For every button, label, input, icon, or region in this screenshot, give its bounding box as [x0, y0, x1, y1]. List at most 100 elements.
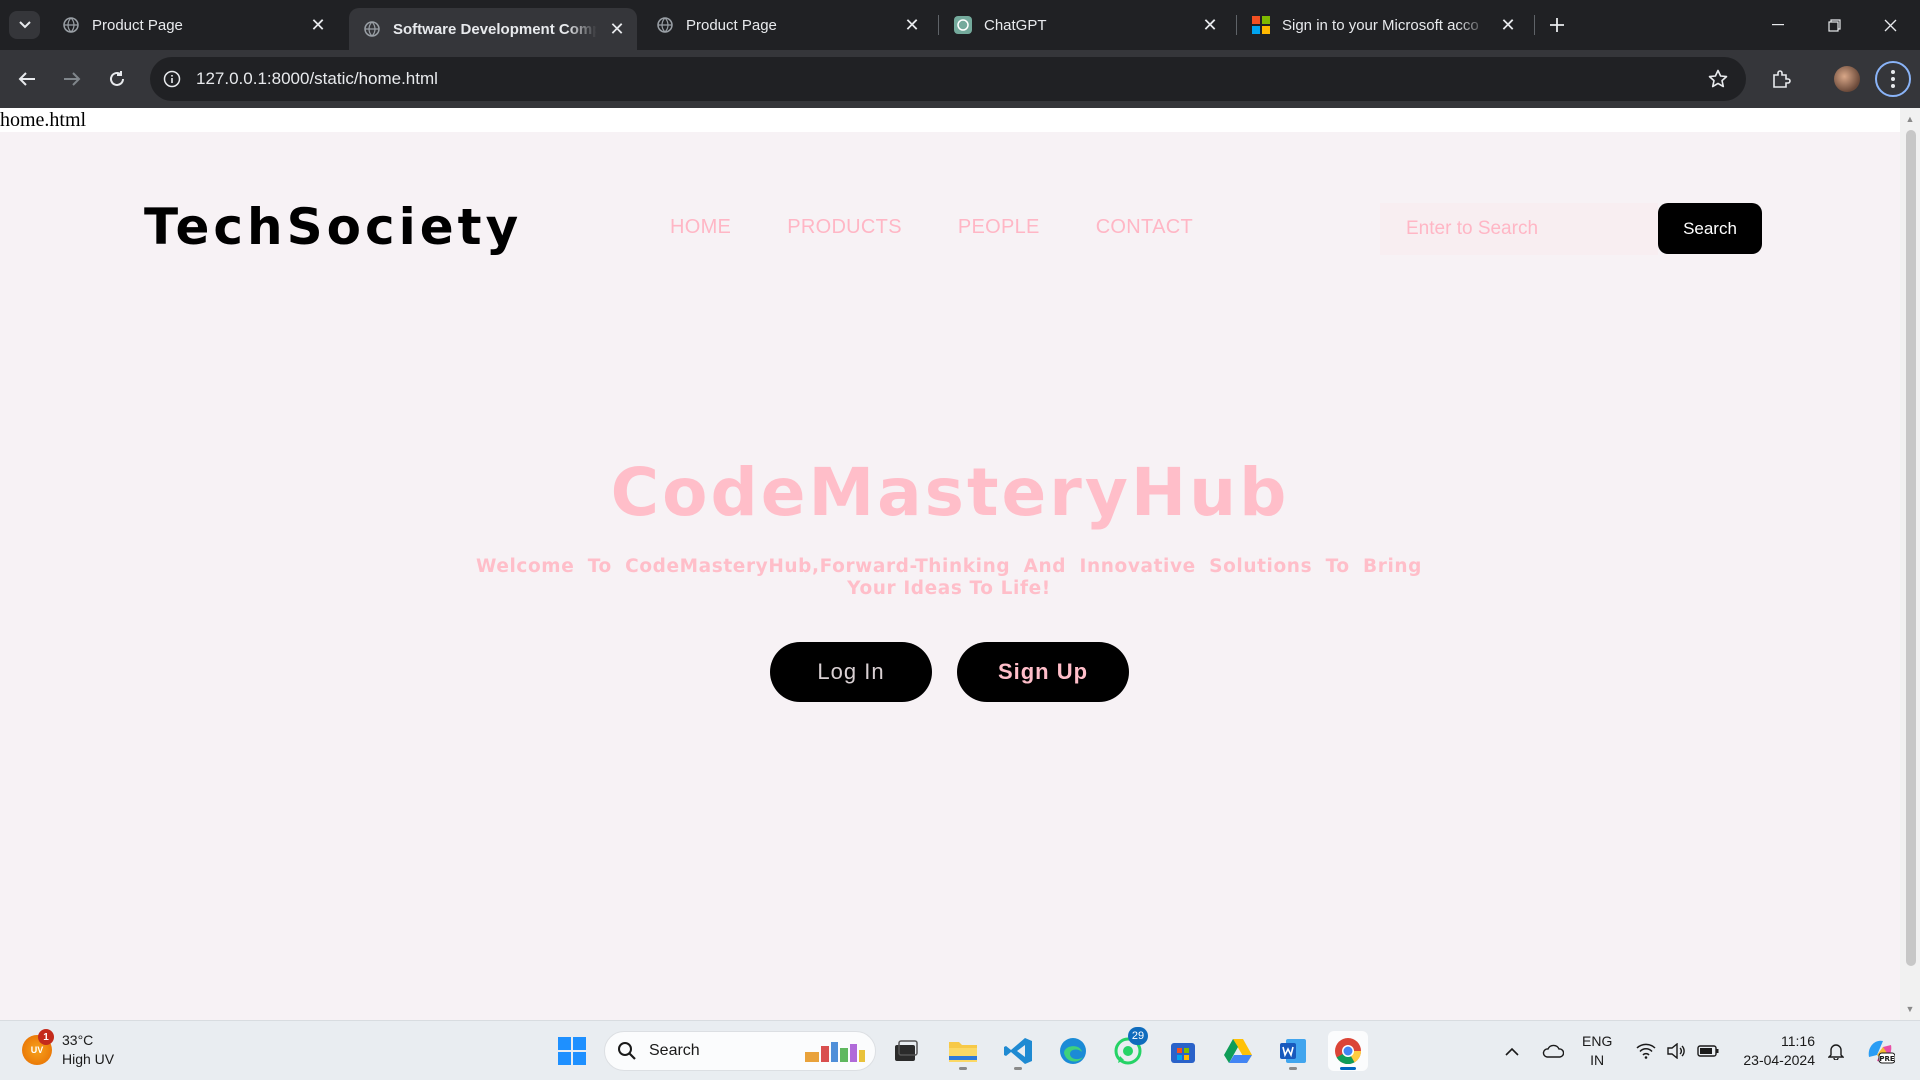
word-icon	[1280, 1039, 1306, 1063]
search-icon	[618, 1042, 636, 1060]
site-logo[interactable]: TechSociety	[144, 198, 522, 256]
notifications-button[interactable]	[1822, 1031, 1850, 1071]
back-button[interactable]	[9, 61, 45, 97]
store-icon	[1171, 1043, 1195, 1063]
uv-icon-label: UV	[30, 1045, 44, 1055]
new-tab-button[interactable]	[1543, 11, 1571, 39]
nav-contact[interactable]: CONTACT	[1096, 216, 1193, 239]
close-icon[interactable]: ✕	[1198, 13, 1222, 37]
system-clock[interactable]: 11:16 23-04-2024	[1735, 1032, 1815, 1070]
tab-separator	[1236, 15, 1237, 35]
running-indicator	[1289, 1067, 1297, 1070]
globe-icon	[62, 16, 80, 34]
close-icon[interactable]: ✕	[1496, 13, 1520, 37]
nav-home[interactable]: HOME	[670, 216, 731, 239]
tab-product-page-2[interactable]: Product Page ✕	[642, 8, 932, 42]
browser-toolbar: 127.0.0.1:8000/static/home.html	[0, 50, 1920, 108]
taskbar-whatsapp[interactable]: 29	[1108, 1027, 1148, 1071]
site-info-icon[interactable]	[160, 67, 184, 91]
search-input[interactable]	[1380, 203, 1658, 255]
signup-button[interactable]: Sign Up	[957, 642, 1129, 702]
reload-button[interactable]	[99, 61, 135, 97]
hero-subtitle: Welcome To CodeMasteryHub,Forward-Thinki…	[476, 556, 1422, 599]
reload-icon	[110, 71, 124, 86]
notification-badge: 29	[1128, 1027, 1148, 1045]
extensions-button[interactable]	[1763, 61, 1799, 97]
tab-product-page-1[interactable]: Product Page ✕	[48, 8, 338, 42]
language-indicator[interactable]: ENG IN	[1582, 1032, 1612, 1070]
taskbar-google-drive[interactable]	[1218, 1031, 1258, 1071]
tab-chatgpt[interactable]: ChatGPT ✕	[940, 8, 1230, 42]
taskbar-store[interactable]	[1163, 1031, 1203, 1071]
tab-search-button[interactable]	[9, 11, 40, 39]
start-button[interactable]	[552, 1031, 592, 1071]
browser-menu-button[interactable]	[1875, 61, 1911, 97]
arrow-right-icon	[64, 72, 81, 86]
minimize-button[interactable]	[1750, 0, 1806, 50]
taskbar-word[interactable]	[1273, 1031, 1313, 1071]
chevron-down-icon	[18, 21, 31, 29]
more-vertical-icon	[1891, 70, 1895, 88]
globe-icon	[656, 16, 674, 34]
restore-button[interactable]	[1806, 0, 1862, 50]
taskbar-chrome[interactable]	[1328, 1031, 1368, 1071]
language-line2: IN	[1590, 1052, 1605, 1068]
scroll-down-icon[interactable]: ▼	[1905, 1004, 1915, 1014]
weather-widget[interactable]: UV 1 33°C High UV	[22, 1029, 114, 1069]
url-text[interactable]: 127.0.0.1:8000/static/home.html	[196, 69, 438, 89]
taskbar-file-explorer[interactable]	[943, 1031, 983, 1071]
scroll-up-icon[interactable]: ▲	[1905, 114, 1915, 124]
svg-text:PRE: PRE	[1879, 1055, 1895, 1063]
wifi-tray[interactable]	[1634, 1031, 1658, 1071]
file-label: home.html	[0, 108, 1900, 132]
chevron-up-icon	[1505, 1047, 1519, 1056]
windows-icon	[558, 1037, 586, 1065]
restore-icon	[1827, 18, 1841, 32]
chatgpt-icon	[954, 16, 972, 34]
weather-badge: 1	[38, 1029, 54, 1045]
main-nav: HOME PRODUCTS PEOPLE CONTACT	[670, 216, 1193, 239]
windows-taskbar: UV 1 33°C High UV Search 29 ENG IN 11:16…	[0, 1020, 1920, 1080]
profile-button[interactable]	[1829, 61, 1865, 97]
task-view-button[interactable]	[886, 1031, 926, 1071]
volume-tray[interactable]	[1664, 1031, 1688, 1071]
browser-tab-bar: Product Page ✕ Software Development Comp…	[0, 0, 1920, 50]
nav-people[interactable]: PEOPLE	[958, 216, 1040, 239]
hero-title: CodeMasteryHub	[610, 454, 1290, 531]
running-indicator	[1014, 1067, 1022, 1070]
web-page: home.html TechSociety HOME PRODUCTS PEOP…	[0, 108, 1900, 1020]
close-icon[interactable]: ✕	[605, 17, 629, 41]
scroll-thumb[interactable]	[1906, 130, 1916, 966]
taskbar-search-label: Search	[649, 1042, 700, 1059]
tab-title: ChatGPT	[984, 16, 1047, 34]
page-scrollbar[interactable]: ▲ ▼	[1900, 108, 1920, 1020]
forward-button[interactable]	[54, 61, 90, 97]
nav-products[interactable]: PRODUCTS	[787, 216, 902, 239]
tab-title: Product Page	[686, 16, 777, 34]
login-button[interactable]: Log In	[770, 642, 932, 702]
avatar	[1834, 66, 1860, 92]
taskbar-vscode[interactable]	[998, 1031, 1038, 1071]
vscode-icon	[1004, 1038, 1032, 1064]
plus-icon	[1550, 18, 1564, 32]
battery-tray[interactable]	[1694, 1031, 1722, 1071]
search-button[interactable]: Search	[1658, 203, 1762, 254]
running-indicator	[1340, 1067, 1356, 1070]
onedrive-tray[interactable]	[1538, 1031, 1568, 1071]
copilot-button[interactable]: PRE	[1862, 1031, 1898, 1071]
clock-date: 23-04-2024	[1743, 1052, 1815, 1068]
address-bar[interactable]: 127.0.0.1:8000/static/home.html	[150, 57, 1746, 101]
cloud-icon	[1542, 1044, 1564, 1058]
language-line1: ENG	[1582, 1033, 1613, 1049]
show-hidden-icons-button[interactable]	[1500, 1031, 1524, 1071]
close-icon[interactable]: ✕	[306, 13, 330, 37]
chrome-icon	[1335, 1038, 1362, 1065]
close-icon[interactable]: ✕	[900, 13, 924, 37]
taskbar-search[interactable]: Search	[604, 1031, 876, 1071]
bookmark-star-icon[interactable]	[1706, 67, 1730, 91]
tab-software-development[interactable]: Software Development Compa ✕	[349, 8, 637, 50]
arrow-left-icon	[18, 72, 35, 86]
tab-microsoft-signin[interactable]: Sign in to your Microsoft acco ✕	[1238, 8, 1528, 42]
close-window-button[interactable]	[1862, 0, 1918, 50]
taskbar-edge[interactable]	[1053, 1031, 1093, 1071]
